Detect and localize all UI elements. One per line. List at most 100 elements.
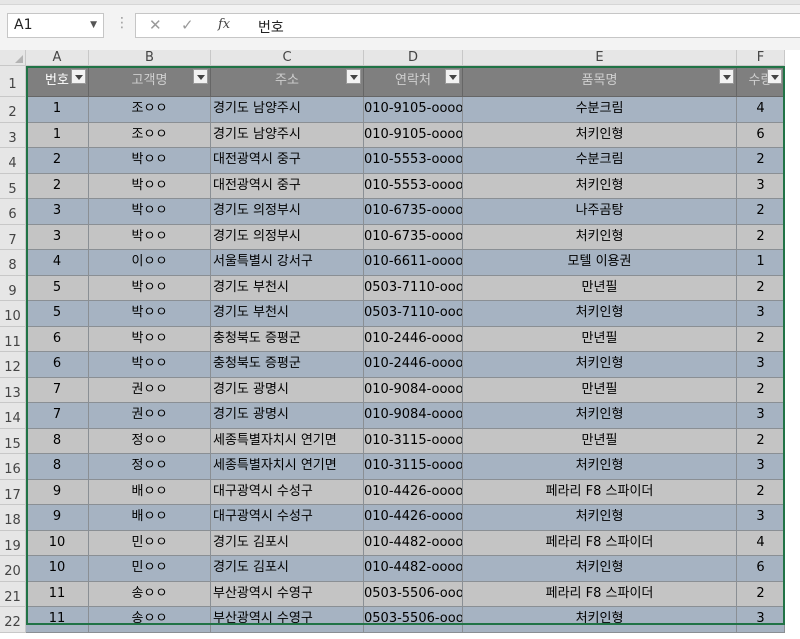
cell-qty[interactable]: 2 — [737, 581, 785, 607]
cell-phone[interactable]: 010-4426-oooo — [364, 505, 463, 531]
cell-name[interactable]: 박ㅇㅇ — [89, 199, 211, 225]
cell-name[interactable]: 배ㅇㅇ — [89, 479, 211, 505]
row-header[interactable]: 13 — [0, 377, 26, 403]
cell-num[interactable]: 1 — [26, 122, 89, 148]
row-header[interactable]: 20 — [0, 556, 26, 582]
cell-addr[interactable]: 부산광역시 수영구 — [211, 607, 364, 633]
cell-item[interactable]: 수분크림 — [463, 97, 737, 123]
cell-item[interactable]: 페라리 F8 스파이더 — [463, 581, 737, 607]
cell-phone[interactable]: 010-4482-oooo — [364, 556, 463, 582]
cell-addr[interactable]: 경기도 광명시 — [211, 403, 364, 429]
cell-phone[interactable]: 010-4426-oooo — [364, 479, 463, 505]
cell-phone[interactable]: 0503-7110-oooo — [364, 275, 463, 301]
cell-addr[interactable]: 세종특별자치시 연기면 — [211, 454, 364, 480]
cell-addr[interactable]: 경기도 남양주시 — [211, 97, 364, 123]
cell-qty[interactable]: 6 — [737, 556, 785, 582]
cell-qty[interactable]: 3 — [737, 301, 785, 327]
header-cell-qty[interactable]: 수량 — [737, 66, 785, 97]
insert-function-icon[interactable]: fx — [218, 17, 230, 32]
cell-qty[interactable]: 2 — [737, 326, 785, 352]
row-header[interactable]: 14 — [0, 403, 26, 429]
cell-addr[interactable]: 경기도 김포시 — [211, 530, 364, 556]
cell-qty[interactable]: 4 — [737, 97, 785, 123]
cell-addr[interactable]: 충청북도 증평군 — [211, 352, 364, 378]
row-header[interactable]: 8 — [0, 250, 26, 276]
cell-qty[interactable]: 2 — [737, 479, 785, 505]
cell-num[interactable]: 7 — [26, 377, 89, 403]
row-header[interactable]: 1 — [0, 66, 26, 97]
header-cell-addr[interactable]: 주소 — [211, 66, 364, 97]
filter-dropdown-icon[interactable] — [767, 69, 782, 84]
cell-qty[interactable]: 6 — [737, 122, 785, 148]
cell-addr[interactable]: 경기도 김포시 — [211, 556, 364, 582]
cell-phone[interactable]: 0503-5506-oooo — [364, 607, 463, 633]
cell-addr[interactable]: 경기도 남양주시 — [211, 122, 364, 148]
cell-name[interactable]: 민ㅇㅇ — [89, 530, 211, 556]
cell-phone[interactable]: 010-2446-oooo — [364, 326, 463, 352]
cell-phone[interactable]: 010-6735-oooo — [364, 224, 463, 250]
select-all-corner[interactable] — [0, 50, 26, 66]
cell-item[interactable]: 처키인형 — [463, 454, 737, 480]
cell-phone[interactable]: 010-6735-oooo — [364, 199, 463, 225]
cell-num[interactable]: 3 — [26, 199, 89, 225]
cell-num[interactable]: 11 — [26, 607, 89, 633]
column-header-a[interactable]: A — [26, 50, 89, 66]
cell-name[interactable]: 송ㅇㅇ — [89, 581, 211, 607]
cell-qty[interactable]: 3 — [737, 352, 785, 378]
row-header[interactable]: 10 — [0, 301, 26, 327]
cell-item[interactable]: 처키인형 — [463, 556, 737, 582]
cell-qty[interactable]: 3 — [737, 403, 785, 429]
filter-dropdown-icon[interactable] — [71, 69, 86, 84]
cell-addr[interactable]: 경기도 부천시 — [211, 275, 364, 301]
cell-num[interactable]: 5 — [26, 275, 89, 301]
cell-addr[interactable]: 경기도 의정부시 — [211, 224, 364, 250]
row-header[interactable]: 11 — [0, 326, 26, 352]
cell-addr[interactable]: 경기도 부천시 — [211, 301, 364, 327]
cell-item[interactable]: 페라리 F8 스파이더 — [463, 530, 737, 556]
cell-num[interactable]: 10 — [26, 530, 89, 556]
cell-qty[interactable]: 3 — [737, 454, 785, 480]
row-header[interactable]: 4 — [0, 148, 26, 174]
row-header[interactable]: 16 — [0, 454, 26, 480]
cell-qty[interactable]: 2 — [737, 428, 785, 454]
cell-phone[interactable]: 010-5553-oooo — [364, 173, 463, 199]
cell-addr[interactable]: 세종특별자치시 연기면 — [211, 428, 364, 454]
cell-item[interactable]: 만년필 — [463, 275, 737, 301]
cell-phone[interactable]: 010-2446-oooo — [364, 352, 463, 378]
header-cell-name[interactable]: 고객명 — [89, 66, 211, 97]
formula-input[interactable]: ✕ ✓ fx 번호 — [135, 13, 800, 38]
cell-addr[interactable]: 서울특별시 강서구 — [211, 250, 364, 276]
cell-item[interactable]: 처키인형 — [463, 607, 737, 633]
cell-name[interactable]: 정ㅇㅇ — [89, 454, 211, 480]
cell-num[interactable]: 8 — [26, 428, 89, 454]
row-header[interactable]: 19 — [0, 530, 26, 556]
cell-phone[interactable]: 010-9105-oooo — [364, 97, 463, 123]
cell-name[interactable]: 권ㅇㅇ — [89, 403, 211, 429]
cell-name[interactable]: 박ㅇㅇ — [89, 148, 211, 174]
cell-qty[interactable]: 2 — [737, 275, 785, 301]
name-box[interactable]: A1 ▼ — [7, 13, 104, 38]
enter-icon[interactable]: ✓ — [181, 16, 194, 34]
header-cell-num[interactable]: 번호 — [26, 66, 89, 97]
cell-phone[interactable]: 010-3115-oooo — [364, 454, 463, 480]
cell-item[interactable]: 처키인형 — [463, 403, 737, 429]
cell-name[interactable]: 박ㅇㅇ — [89, 275, 211, 301]
cell-num[interactable]: 1 — [26, 97, 89, 123]
cell-addr[interactable]: 경기도 의정부시 — [211, 199, 364, 225]
cell-addr[interactable]: 경기도 광명시 — [211, 377, 364, 403]
row-header[interactable]: 17 — [0, 479, 26, 505]
chevron-down-icon[interactable]: ▼ — [90, 14, 97, 37]
cell-addr[interactable]: 대전광역시 중구 — [211, 173, 364, 199]
cell-qty[interactable]: 3 — [737, 505, 785, 531]
cell-item[interactable]: 만년필 — [463, 377, 737, 403]
cell-num[interactable]: 9 — [26, 505, 89, 531]
filter-dropdown-icon[interactable] — [719, 69, 734, 84]
row-header[interactable]: 2 — [0, 97, 26, 123]
cell-item[interactable]: 만년필 — [463, 428, 737, 454]
cell-num[interactable]: 6 — [26, 352, 89, 378]
cell-qty[interactable]: 3 — [737, 173, 785, 199]
cell-item[interactable]: 처키인형 — [463, 224, 737, 250]
row-header[interactable]: 3 — [0, 122, 26, 148]
cell-name[interactable]: 정ㅇㅇ — [89, 428, 211, 454]
row-header[interactable]: 5 — [0, 173, 26, 199]
